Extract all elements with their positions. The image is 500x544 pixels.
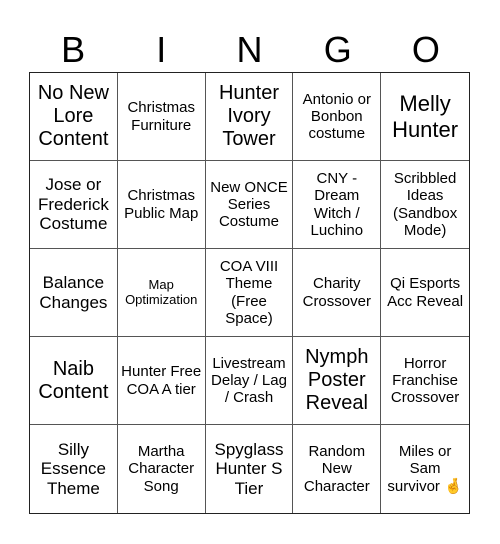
bingo-cell[interactable]: Melly Hunter xyxy=(381,73,469,161)
bingo-cell[interactable]: Jose or Frederick Costume xyxy=(30,161,118,249)
header-letter-g: G xyxy=(323,29,352,70)
cell-text: Qi Esports Acc Reveal xyxy=(387,275,464,310)
bingo-cell[interactable]: Charity Crossover xyxy=(293,249,382,337)
cell-text: Horror Franchise Crossover xyxy=(390,354,460,407)
bingo-card: No New Lore Content Christmas Furniture … xyxy=(29,72,470,514)
bingo-cell[interactable]: Random New Character xyxy=(293,425,382,513)
cell-text: Scribbled Ideas (Sandbox Mode) xyxy=(392,170,458,239)
cell-text: Nymph Poster Reveal xyxy=(305,346,369,414)
header-letter-n: N xyxy=(236,29,263,70)
header-letter-o: O xyxy=(411,29,440,70)
bingo-cell[interactable]: Balance Changes xyxy=(30,249,118,337)
bingo-cell[interactable]: Antonio or Bonbon costume xyxy=(293,73,382,161)
cell-text: Silly Essence Theme xyxy=(40,439,106,498)
cell-text: Miles or Sam survivor 🤞 xyxy=(387,443,463,495)
bingo-cell[interactable]: Spyglass Hunter S Tier xyxy=(206,425,294,513)
cell-text: Melly Hunter xyxy=(392,91,459,142)
bingo-cell[interactable]: Christmas Furniture xyxy=(117,73,206,161)
bingo-cell[interactable]: Livestream Delay / Lag / Crash xyxy=(205,337,294,425)
cell-text: Hunter Free COA A tier xyxy=(121,363,202,398)
cell-text: No New Lore Content xyxy=(37,82,109,150)
cell-text: Jose or Frederick Costume xyxy=(37,175,109,234)
bingo-cell[interactable]: Horror Franchise Crossover xyxy=(381,337,469,425)
bingo-cell[interactable]: Christmas Public Map xyxy=(117,161,206,249)
cell-text: Random New Character xyxy=(303,443,370,495)
header-letter-b: B xyxy=(61,29,86,70)
bingo-cell[interactable]: Hunter Ivory Tower xyxy=(205,73,294,161)
cell-text: Charity Crossover xyxy=(302,275,371,310)
bingo-cell[interactable]: Scribbled Ideas (Sandbox Mode) xyxy=(381,161,469,249)
cell-text: COA VIII Theme (Free Space) xyxy=(219,258,279,327)
bingo-cell[interactable]: Hunter Free COA A tier xyxy=(117,337,206,425)
cell-text: Map Optimization xyxy=(125,276,198,307)
bingo-cell[interactable]: Silly Essence Theme xyxy=(30,425,118,513)
bingo-cell[interactable]: New ONCE Series Costume xyxy=(205,161,294,249)
cell-text: Hunter Ivory Tower xyxy=(218,82,279,150)
bingo-cell[interactable]: Map Optimization xyxy=(117,249,206,337)
cell-text: Martha Character Song xyxy=(128,443,195,495)
cell-text: Antonio or Bonbon costume xyxy=(302,90,371,143)
cell-text: New ONCE Series Costume xyxy=(210,178,288,231)
cell-text: Livestream Delay / Lag / Crash xyxy=(211,354,287,407)
cell-text: CNY - Dream Witch / Luchino xyxy=(310,170,364,239)
cell-text: Naib Content xyxy=(38,357,109,403)
bingo-cell[interactable]: Miles or Sam survivor 🤞 xyxy=(381,425,469,513)
cell-text: Balance Changes xyxy=(39,272,108,312)
bingo-cell[interactable]: Nymph Poster Reveal xyxy=(293,337,382,425)
cell-text: Spyglass Hunter S Tier xyxy=(214,439,284,498)
bingo-cell[interactable]: No New Lore Content xyxy=(30,73,118,161)
bingo-cell[interactable]: Qi Esports Acc Reveal xyxy=(381,249,469,337)
cell-text: Christmas Public Map xyxy=(124,187,199,222)
bingo-cell[interactable]: Naib Content xyxy=(30,337,118,425)
bingo-cell[interactable]: CNY - Dream Witch / Luchino xyxy=(293,161,382,249)
cell-text: Christmas Furniture xyxy=(127,99,195,134)
header-letter-i: I xyxy=(156,29,167,70)
bingo-cell[interactable]: Martha Character Song xyxy=(118,425,206,513)
bingo-cell-free-space[interactable]: COA VIII Theme (Free Space) xyxy=(205,249,294,337)
bingo-header: B I N G O xyxy=(29,28,470,72)
